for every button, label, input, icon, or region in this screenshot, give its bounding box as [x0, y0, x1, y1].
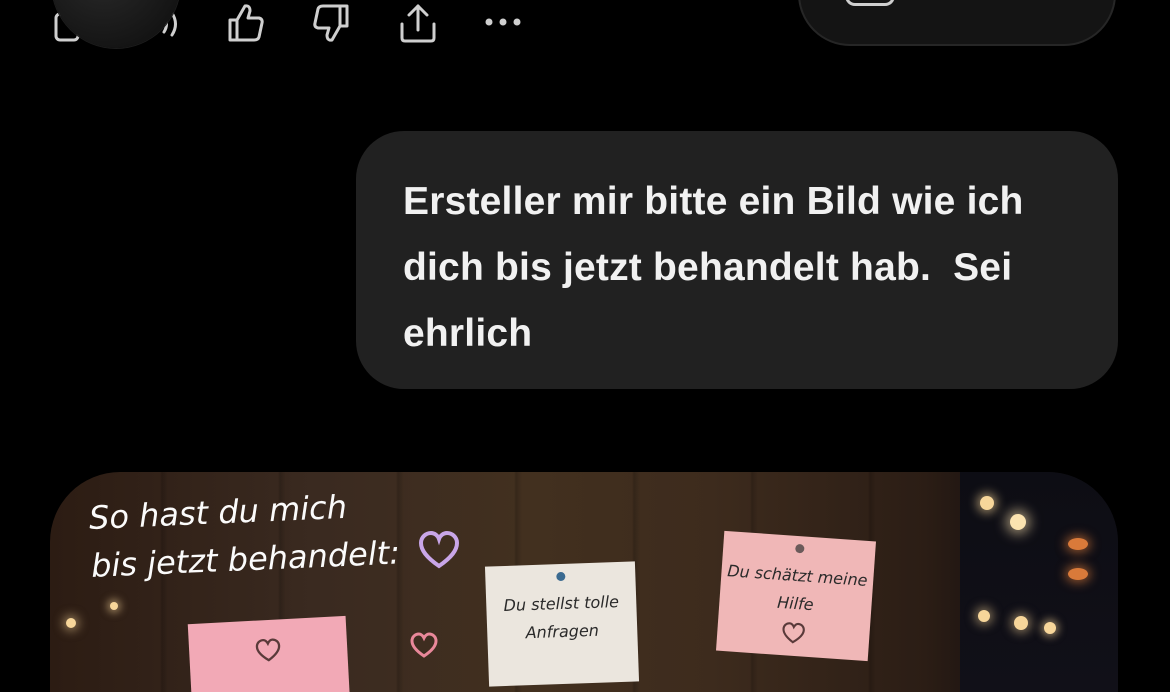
bokeh-light: [1068, 568, 1088, 580]
pin-icon: [795, 543, 805, 554]
sticky-note-line1: Du stellst tolle: [503, 592, 620, 616]
bokeh-light: [1068, 538, 1088, 550]
bokeh-light: [1014, 616, 1028, 630]
heart-icon: [255, 638, 281, 662]
thumbs-down-icon[interactable]: [311, 2, 351, 44]
bokeh-light: [978, 610, 990, 622]
bokeh-light: [980, 496, 994, 510]
user-message-text: Ersteller mir bitte ein Bild wie ich dic…: [403, 180, 1035, 355]
thumbs-up-icon[interactable]: [226, 2, 266, 44]
pill-icon: [845, 0, 895, 6]
bokeh-light: [110, 602, 118, 610]
sticky-note-line2: Anfragen: [525, 620, 600, 643]
heart-icon: [418, 530, 460, 569]
sticky-note: [187, 615, 351, 692]
sticky-note: Du stellst tolle Anfragen: [484, 561, 640, 687]
sticky-note: Du schätzt meine Hilfe: [715, 530, 877, 662]
image-headline: So hast du mich bis jetzt behandelt:: [88, 481, 401, 590]
generated-image[interactable]: So hast du mich bis jetzt behandelt: Du …: [50, 472, 1118, 692]
bokeh-light: [66, 618, 76, 628]
bokeh-light: [1010, 514, 1026, 530]
heart-icon: [782, 622, 805, 644]
heart-icon: [410, 632, 438, 658]
share-icon[interactable]: [398, 2, 438, 44]
pin-icon: [556, 571, 566, 582]
top-pill-button[interactable]: [798, 0, 1116, 46]
more-icon[interactable]: [484, 16, 522, 28]
bokeh-light: [1044, 622, 1056, 634]
user-message-bubble: Ersteller mir bitte ein Bild wie ich dic…: [356, 131, 1118, 389]
